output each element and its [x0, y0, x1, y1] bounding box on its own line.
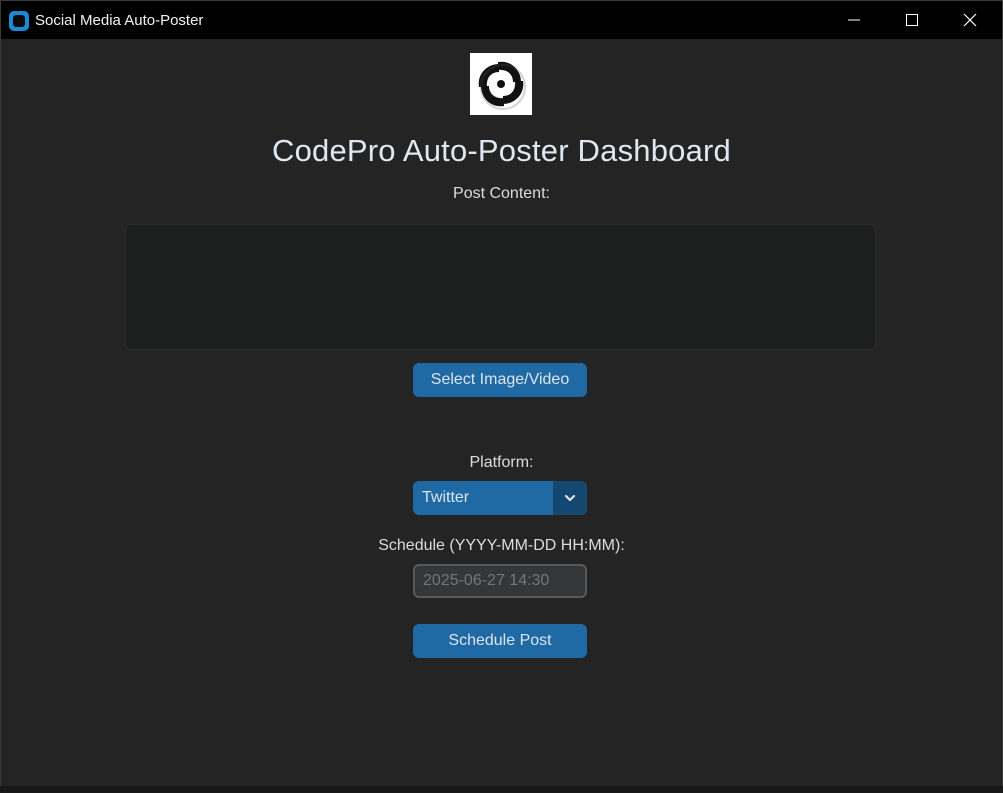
logo-image [470, 53, 532, 115]
platform-dropdown[interactable]: Twitter [413, 481, 587, 515]
close-button[interactable] [941, 1, 999, 39]
title-bar[interactable]: Social Media Auto-Poster [1, 1, 1002, 39]
platform-selected-value: Twitter [422, 489, 470, 506]
minimize-icon [848, 19, 860, 21]
chevron-down-icon [564, 494, 576, 502]
app-icon [9, 11, 29, 31]
codepro-logo [478, 61, 526, 110]
page-title: CodePro Auto-Poster Dashboard [271, 133, 731, 168]
platform-label: Platform: [469, 454, 534, 471]
dashboard-content: CodePro Auto-Poster Dashboard Post Conte… [1, 39, 1002, 792]
minimize-button[interactable] [825, 1, 883, 39]
schedule-input[interactable] [413, 564, 587, 598]
maximize-icon [906, 14, 918, 26]
maximize-button[interactable] [883, 1, 941, 39]
schedule-post-button[interactable]: Schedule Post [413, 624, 587, 658]
background-taskbar-strip [0, 786, 1003, 793]
schedule-label: Schedule (YYYY-MM-DD HH:MM): [378, 537, 625, 554]
window-title: Social Media Auto-Poster [35, 12, 204, 29]
select-media-button[interactable]: Select Image/Video [413, 363, 587, 397]
app-window: Social Media Auto-Poster CodePro Auto-Po… [0, 0, 1003, 793]
platform-dropdown-arrow[interactable] [553, 481, 587, 515]
post-content-textbox[interactable] [125, 224, 876, 350]
post-content-label: Post Content: [453, 185, 550, 202]
close-icon [963, 13, 977, 27]
